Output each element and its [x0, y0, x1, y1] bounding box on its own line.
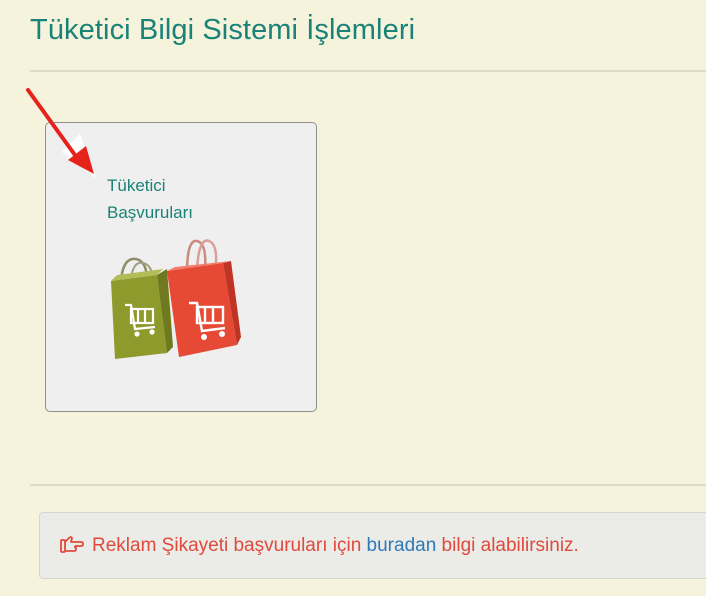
hand-pointer-icon [60, 536, 84, 553]
header-divider [30, 70, 706, 72]
notice-text-before: Reklam Şikayeti başvuruları için [92, 535, 367, 556]
tile-label-line1: Tüketici [107, 176, 166, 195]
page-title: Tüketici Bilgi Sistemi İşlemleri [30, 14, 416, 46]
notice-link[interactable]: buradan [367, 535, 437, 556]
tile-label[interactable]: Tüketici Başvuruları [107, 172, 237, 226]
notice-text: Reklam Şikayeti başvuruları için buradan… [92, 535, 579, 557]
shopping-bags-icon [111, 239, 241, 359]
notice-box: Reklam Şikayeti başvuruları için buradan… [39, 512, 706, 579]
tile-tuketici-basvurulari[interactable]: Tüketici Başvuruları [45, 122, 317, 412]
footer-divider [30, 484, 706, 486]
tile-label-line2: Başvuruları [107, 203, 193, 222]
notice-text-after: bilgi alabilirsiniz. [436, 535, 579, 556]
page: Tüketici Bilgi Sistemi İşlemleri Tüketic… [0, 0, 706, 596]
